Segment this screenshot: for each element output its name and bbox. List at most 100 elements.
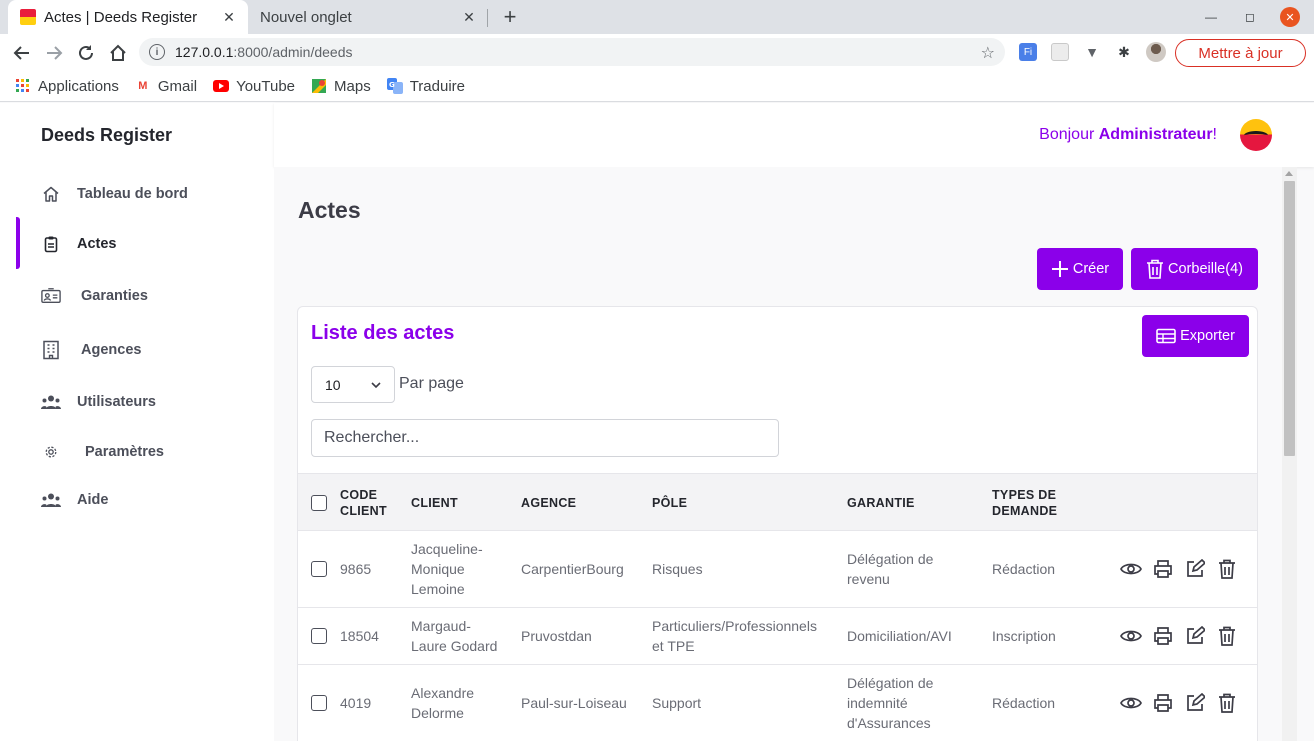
column-header-agence[interactable]: AGENCE (521, 474, 576, 532)
tab-title: Actes | Deeds Register (44, 8, 198, 26)
translate-icon: G (386, 78, 403, 94)
row-checkbox[interactable] (311, 531, 327, 607)
trash-button[interactable]: Corbeille(4) (1131, 248, 1258, 290)
bookmark-traduire[interactable]: G Traduire (386, 77, 466, 95)
greeting-prefix: Bonjour (1039, 126, 1099, 143)
tab-close-icon[interactable]: ✕ (460, 8, 478, 26)
per-page-label: Par page (399, 375, 464, 392)
extension-fi-icon[interactable]: Fi (1019, 43, 1037, 61)
window-close-icon[interactable]: ✕ (1280, 7, 1300, 27)
url-host: 127.0.0.1 (175, 44, 234, 60)
extension-grid-icon[interactable] (1051, 43, 1069, 61)
sidebar-item-agences[interactable]: Agences (0, 335, 274, 365)
edit-icon[interactable] (1184, 692, 1206, 714)
user-avatar[interactable] (1240, 119, 1272, 151)
table-row[interactable]: 4019 Alexandre Delorme Paul-sur-Loiseau … (298, 665, 1257, 741)
id-card-icon (41, 286, 61, 306)
cell-garantie: Domiciliation/AVI (847, 628, 952, 644)
sidebar-item-label: Aide (77, 492, 109, 508)
print-icon[interactable] (1152, 558, 1174, 580)
row-actions (1120, 665, 1238, 741)
export-label: Exporter (1180, 328, 1235, 344)
browser-tab-new[interactable]: Nouvel onglet ✕ (248, 0, 488, 34)
cell-garantie: Délégation de indemnité d'Assurances (847, 675, 934, 731)
bookmark-applications[interactable]: Applications (15, 78, 119, 95)
greeting-user: Administrateur (1098, 126, 1213, 143)
tab-title: Nouvel onglet (260, 8, 352, 26)
extension-v-icon[interactable]: ▼ (1083, 43, 1101, 61)
row-checkbox[interactable] (311, 608, 327, 664)
sidebar-item-tableau-de-bord[interactable]: Tableau de bord (0, 179, 274, 209)
page-scrollbar[interactable] (1282, 167, 1297, 741)
edit-icon[interactable] (1184, 625, 1206, 647)
view-eye-icon[interactable] (1120, 558, 1142, 580)
cell-client: Alexandre Delorme (411, 685, 475, 721)
export-button[interactable]: Exporter (1142, 315, 1249, 357)
delete-trash-icon[interactable] (1216, 692, 1238, 714)
view-eye-icon[interactable] (1120, 692, 1142, 714)
cell-pole: Particuliers/Professionnels et TPE (652, 618, 817, 654)
column-header-garantie[interactable]: GARANTIE (847, 474, 915, 532)
home-button[interactable] (105, 40, 131, 66)
sidebar-item-parametres[interactable]: Paramètres (0, 437, 274, 467)
extensions-puzzle-icon[interactable]: ✱ (1115, 43, 1133, 61)
new-tab-button[interactable]: + (498, 4, 522, 29)
bookmark-gmail[interactable]: M Gmail (135, 78, 197, 95)
minimize-icon[interactable]: — (1201, 7, 1221, 27)
print-icon[interactable] (1152, 625, 1174, 647)
bookmark-label: Gmail (157, 77, 198, 95)
column-header-client[interactable]: CLIENT (411, 474, 458, 532)
reload-icon (79, 45, 93, 60)
view-eye-icon[interactable] (1120, 625, 1142, 647)
column-header-code-client[interactable]: CODE CLIENT (340, 474, 400, 532)
sidebar-item-label: Garanties (81, 288, 148, 304)
scroll-up-arrow-icon[interactable] (1285, 171, 1293, 176)
bookmark-youtube[interactable]: YouTube (213, 78, 295, 95)
sidebar-item-garanties[interactable]: Garanties (0, 281, 274, 311)
sidebar-item-actes[interactable]: Actes (0, 217, 274, 269)
forward-button[interactable] (41, 40, 67, 66)
tab-close-icon[interactable]: ✕ (220, 8, 238, 26)
reload-button[interactable] (73, 40, 99, 66)
print-icon[interactable] (1152, 692, 1174, 714)
cell-agence: Paul-sur-Loiseau (521, 695, 627, 711)
delete-trash-icon[interactable] (1216, 625, 1238, 647)
create-button[interactable]: Créer (1037, 248, 1123, 290)
browser-tab-active[interactable]: Actes | Deeds Register ✕ (8, 0, 248, 34)
delete-trash-icon[interactable] (1216, 558, 1238, 580)
table-row[interactable]: 9865 Jacqueline-Monique Lemoine Carpenti… (298, 531, 1257, 608)
search-input[interactable] (311, 419, 779, 457)
back-button[interactable] (9, 40, 35, 66)
address-bar[interactable]: i 127.0.0.1:8000/admin/deeds ☆ (139, 38, 1005, 66)
bookmark-label: Traduire (409, 77, 466, 95)
cell-client: Jacqueline-Monique Lemoine (411, 541, 483, 597)
sidebar: Deeds Register Tableau de bord Actes Gar… (0, 103, 274, 741)
bookmark-maps[interactable]: Maps (311, 78, 371, 95)
trash-icon (1146, 259, 1164, 279)
bookmark-label: Applications (38, 77, 119, 95)
youtube-icon (213, 78, 230, 94)
deeds-table: CODE CLIENT CLIENT AGENCE PÔLE GARANTIE … (298, 473, 1257, 741)
cell-agence: Pruvostdan (521, 628, 592, 644)
sidebar-item-label: Utilisateurs (77, 394, 156, 410)
greeting-suffix: ! (1212, 126, 1217, 143)
select-all-checkbox[interactable] (311, 474, 327, 532)
per-page-select[interactable]: 10 (311, 366, 395, 403)
sidebar-item-aide[interactable]: Aide (0, 485, 274, 515)
edit-icon[interactable] (1184, 558, 1206, 580)
site-info-icon[interactable]: i (149, 44, 165, 60)
browser-tabbar: Actes | Deeds Register ✕ Nouvel onglet ✕… (0, 0, 1314, 34)
row-checkbox[interactable] (311, 665, 327, 741)
bookmark-star-icon[interactable]: ☆ (981, 43, 995, 63)
sidebar-item-label: Agences (81, 342, 142, 358)
table-row[interactable]: 18504 Margaud-Laure Godard Pruvostdan Pa… (298, 608, 1257, 665)
update-button[interactable]: Mettre à jour (1175, 39, 1306, 67)
maximize-icon[interactable]: ◻ (1240, 7, 1260, 27)
column-header-types-de-demande[interactable]: TYPES DE DEMANDE (992, 474, 1082, 532)
home-icon (110, 44, 126, 61)
sidebar-item-utilisateurs[interactable]: Utilisateurs (0, 387, 274, 417)
cell-code: 4019 (340, 695, 372, 711)
profile-avatar[interactable] (1146, 42, 1166, 62)
column-header-pole[interactable]: PÔLE (652, 474, 687, 532)
scrollbar-thumb[interactable] (1284, 181, 1295, 456)
